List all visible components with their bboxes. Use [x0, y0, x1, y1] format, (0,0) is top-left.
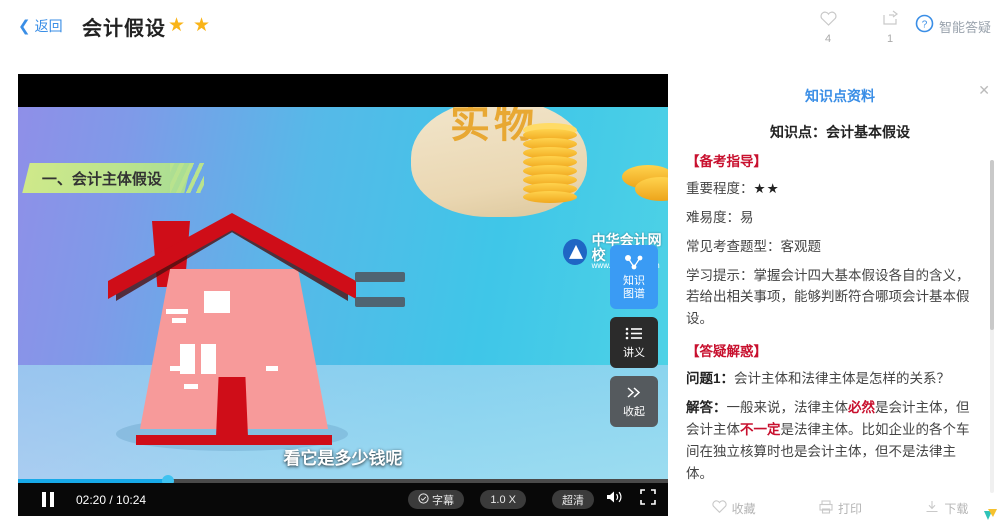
video-controls: 02:20 / 10:24 字幕 1.0 X 超清 — [18, 483, 668, 516]
equals-bar-graphic — [355, 272, 405, 282]
video-scene: 一、会计主体假设 实物 中华会计网校 知识 图谱 讲义 收起 看它是多少钱呢 — [18, 107, 668, 483]
quality-button[interactable]: 超清 — [552, 490, 594, 509]
subtitle-toggle-button[interactable]: 字幕 — [408, 490, 464, 509]
side-button-label: 收起 — [623, 405, 645, 418]
star-icon: ★ — [193, 15, 211, 36]
corner-decoration-icon — [984, 507, 998, 521]
close-icon[interactable]: ✕ — [978, 82, 990, 99]
collapse-button[interactable]: 收起 — [610, 375, 658, 427]
lecture-notes-button[interactable]: 讲义 — [610, 316, 658, 368]
star-icon: ★ — [168, 15, 186, 36]
question-1: 问题1：会计主体和法律主体是怎样的关系？ — [686, 368, 982, 390]
difficulty-row: 难易度：易 — [686, 207, 982, 229]
back-label: 返回 — [34, 18, 63, 34]
download-label: 下载 — [944, 501, 969, 516]
volume-icon[interactable] — [605, 489, 624, 510]
ai-help-label: 智能答疑 — [939, 19, 992, 35]
question-1-text: 会计主体和法律主体是怎样的关系？ — [734, 371, 951, 387]
back-button[interactable]: ❮ 返回 — [18, 16, 63, 36]
like-button[interactable]: 4 — [798, 8, 858, 45]
list-icon — [610, 324, 658, 344]
download-icon — [925, 500, 939, 517]
share-button[interactable]: 1 — [860, 8, 920, 45]
question-type-value: 客观题 — [780, 238, 822, 254]
like-count: 4 — [824, 33, 832, 45]
answer-1: 解答：一般来说，法律主体必然是会计主体，但会计主体不一定是法律主体。比如企业的各… — [686, 397, 982, 484]
house-graphic — [108, 211, 356, 451]
print-button[interactable]: 打印 — [819, 499, 862, 517]
importance-stars: ★★ — [753, 181, 780, 196]
scene-title-banner: 一、会计主体假设 — [22, 163, 192, 193]
video-side-buttons: 知识 图谱 讲义 收起 — [610, 245, 658, 435]
side-button-label: 讲义 — [623, 346, 645, 359]
question-type-row: 常见考查题型：客观题 — [686, 236, 982, 258]
video-player[interactable]: 一、会计主体假设 实物 中华会计网校 知识 图谱 讲义 收起 看它是多少钱呢 0… — [18, 74, 668, 516]
page-title: 会计假设 — [82, 18, 166, 40]
heart-icon — [798, 8, 858, 28]
chevron-right-double-icon — [610, 383, 658, 403]
answer-1-label: 解答： — [686, 400, 727, 416]
share-icon — [860, 8, 920, 28]
favorite-label: 收藏 — [731, 501, 756, 516]
fullscreen-icon[interactable] — [640, 489, 656, 510]
print-label: 打印 — [837, 501, 862, 516]
knowledge-panel: ✕ 知识点资料 知识点：会计基本假设 【备考指导】 重要程度：★★ 难易度：易 … — [680, 74, 1000, 523]
side-button-label: 知识 — [623, 275, 645, 287]
pause-button[interactable] — [42, 492, 56, 507]
question-circle-icon: ? — [915, 14, 934, 38]
share-count: 1 — [886, 33, 894, 45]
coin-stack-graphic — [523, 129, 577, 203]
chevron-left-icon: ❮ — [18, 17, 31, 35]
panel-scrollbar-thumb[interactable] — [990, 160, 994, 330]
ai-help-button[interactable]: ? 智能答疑 — [915, 14, 991, 38]
download-button[interactable]: 下载 — [925, 500, 968, 517]
knowledge-graph-button[interactable]: 知识 图谱 — [610, 245, 658, 309]
answer-1-emphasis2: 不一定 — [740, 421, 781, 437]
side-button-label: 图谱 — [623, 287, 645, 300]
check-circle-icon — [418, 492, 429, 507]
video-time-display: 02:20 / 10:24 — [76, 492, 147, 507]
quality-label: 超清 — [562, 494, 584, 507]
section-heading: 【答疑解惑】 — [686, 344, 767, 360]
svg-text:?: ? — [922, 20, 928, 31]
panel-title: 知识点资料 — [805, 88, 875, 104]
answer-1-emphasis1: 必然 — [848, 400, 875, 416]
knowledge-graph-icon — [610, 252, 658, 272]
panel-content: 【备考指导】 重要程度：★★ 难易度：易 常见考查题型：客观题 学习提示：掌握会… — [680, 140, 1000, 493]
panel-footer-actions: 收藏 打印 下载 — [680, 493, 1000, 523]
subtitle-label: 字幕 — [432, 494, 454, 507]
section-heading: 【备考指导】 — [686, 154, 767, 169]
difficulty-label: 难易度： — [686, 209, 740, 225]
importance-label: 重要程度： — [686, 181, 754, 196]
rating-stars: ★ ★ — [168, 16, 210, 35]
importance-row: 重要程度：★★ — [686, 178, 982, 200]
question-1-label: 问题1： — [686, 371, 735, 387]
favorite-button[interactable]: 收藏 — [712, 500, 756, 517]
print-icon — [819, 499, 833, 517]
video-subtitle: 看它是多少钱呢 — [283, 449, 403, 468]
logo-icon — [563, 238, 587, 265]
panel-scrollbar[interactable] — [990, 160, 994, 493]
scene-title-text: 一、会计主体假设 — [42, 170, 163, 188]
scene-title-stripes — [170, 163, 204, 193]
answer-1-part1: 一般来说，法律主体 — [726, 400, 849, 416]
equals-bar-graphic — [355, 297, 405, 307]
speed-label: 1.0 X — [490, 493, 516, 506]
top-bar: ❮ 返回 会计假设 ★ ★ 4 1 ? 智能答疑 — [0, 0, 1000, 58]
question-type-label: 常见考查题型： — [686, 238, 781, 254]
coin-flat-graphic — [635, 177, 668, 201]
playback-speed-button[interactable]: 1.0 X — [480, 490, 526, 509]
difficulty-value: 易 — [740, 209, 754, 225]
heart-icon — [712, 500, 727, 516]
panel-subtitle: 知识点：会计基本假设 — [770, 124, 910, 140]
study-tip-text: 学习提示：掌握会计四大基本假设各自的含义，若给出相关事项，能够判断符合哪项会计基… — [686, 267, 970, 327]
